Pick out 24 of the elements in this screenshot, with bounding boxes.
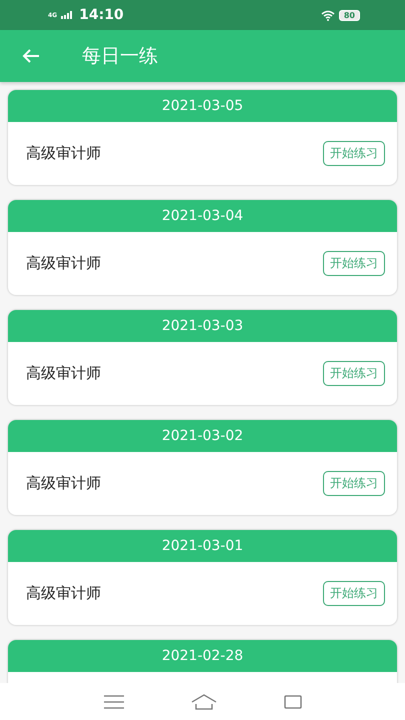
subject-label: 高级审计师 (26, 474, 101, 493)
date-header: 2021-03-03 (8, 310, 397, 342)
page-title: 每日一练 (82, 44, 158, 69)
back-arrow-icon[interactable] (22, 48, 40, 64)
start-practice-button[interactable]: 开始练习 (323, 141, 385, 166)
subject-label: 高级审计师 (26, 584, 101, 603)
home-icon[interactable] (190, 694, 216, 710)
wifi-icon (320, 10, 335, 20)
date-header: 2021-03-05 (8, 90, 397, 122)
subject-label: 高级审计师 (26, 254, 101, 273)
date-header: 2021-03-02 (8, 420, 397, 452)
subject-label: 高级审计师 (26, 364, 101, 383)
start-practice-button[interactable]: 开始练习 (323, 251, 385, 276)
battery-level: 80 (338, 10, 360, 20)
start-practice-button[interactable]: 开始练习 (323, 581, 385, 606)
menu-icon[interactable] (104, 694, 124, 708)
status-time: 14:10 (79, 7, 124, 23)
date-header: 2021-02-28 (8, 640, 397, 672)
date-header: 2021-03-04 (8, 200, 397, 232)
date-header: 2021-03-01 (8, 530, 397, 562)
signal-icon (61, 11, 74, 19)
start-practice-button[interactable]: 开始练习 (323, 361, 385, 386)
start-practice-button[interactable]: 开始练习 (323, 471, 385, 496)
subject-label: 高级审计师 (26, 144, 101, 163)
